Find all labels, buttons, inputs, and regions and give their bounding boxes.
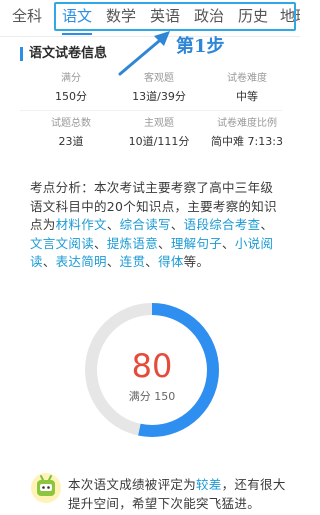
knowledge-point[interactable]: 语段综合考查 (184, 217, 261, 232)
knowledge-point[interactable]: 综合读写 (120, 217, 171, 232)
info-total-questions: 试题总数 23道 (26, 117, 116, 150)
score-comment: 本次语文成绩被评定为较差，还有很大提升空间，希望下次能突飞猛进。 (68, 475, 290, 513)
info-label: 试卷难度 (227, 73, 267, 84)
tab-all[interactable]: 全科 (6, 0, 48, 36)
score-value: 80 (131, 347, 173, 385)
separator: 、 (158, 235, 171, 251)
info-label: 客观题 (144, 73, 174, 84)
info-full-score: 满分 150分 (26, 72, 116, 105)
knowledge-point[interactable]: 文言文阅读 (30, 236, 94, 251)
info-value: 中等 (236, 90, 258, 103)
knowledge-point[interactable]: 材料作文 (56, 217, 107, 232)
info-label: 试卷难度比例 (217, 118, 277, 129)
comment-text: 本次语文成绩被评定为 (68, 477, 197, 492)
knowledge-analysis: 考点分析：本次考试主要考察了高中三年级语文科目中的20个知识点，主要考察的知识点… (30, 179, 278, 272)
separator: 、 (145, 254, 159, 269)
info-difficulty: 试卷难度 中等 (202, 72, 292, 105)
info-label: 满分 (61, 73, 81, 84)
separator: 、 (260, 217, 274, 232)
info-subjective: 主观题 10道/111分 (114, 117, 204, 150)
knowledge-point[interactable]: 表达简明 (56, 254, 107, 269)
step-label: 第1步 (176, 36, 225, 57)
knowledge-point[interactable]: 得体 (158, 254, 184, 269)
score-full-label: 满分 150 (128, 390, 176, 403)
info-value: 150分 (55, 90, 87, 103)
separator: 、 (222, 235, 235, 251)
knowledge-point[interactable]: 提炼语意 (107, 236, 158, 251)
info-label: 主观题 (144, 118, 174, 129)
separator: 、 (106, 217, 120, 232)
separator: 、 (106, 254, 120, 269)
separator: 、 (170, 217, 184, 232)
section-title: 语文试卷信息 (20, 44, 107, 64)
separator: 、 (94, 235, 107, 251)
knowledge-point[interactable]: 连贯 (120, 254, 146, 269)
info-value: 简中难 7:13:3 (211, 135, 283, 148)
info-objective: 客观题 13道/39分 (114, 72, 204, 105)
performance-level: 较差 (196, 477, 222, 492)
info-value: 13道/39分 (132, 90, 186, 103)
separator: 、 (42, 254, 56, 269)
info-value: 10道/111分 (128, 135, 190, 148)
info-difficulty-ratio: 试卷难度比例 简中难 7:13:3 (196, 117, 298, 150)
analysis-suffix: 等。 (183, 254, 210, 269)
knowledge-point[interactable]: 理解句子 (171, 236, 222, 251)
info-value: 23道 (58, 135, 84, 148)
robot-icon (31, 473, 61, 503)
info-label: 试题总数 (51, 118, 91, 129)
divider (20, 110, 282, 111)
